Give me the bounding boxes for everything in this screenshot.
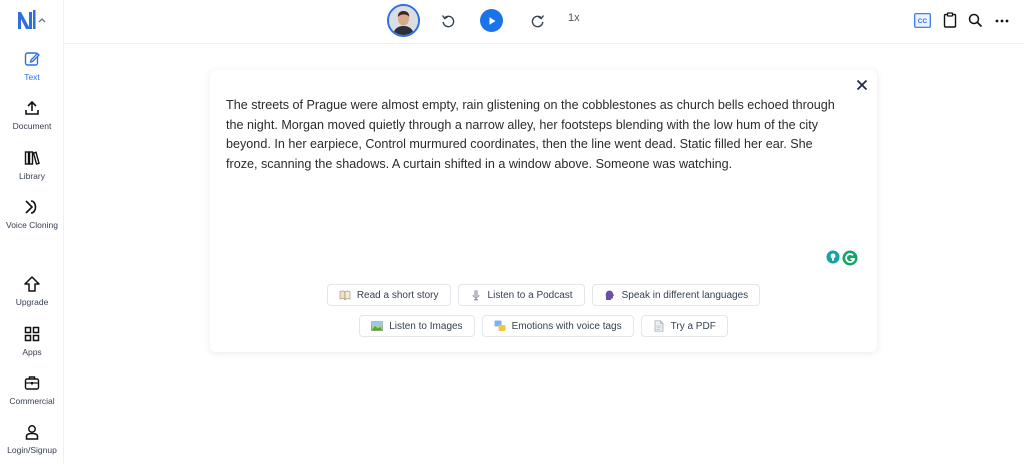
play-icon [489,16,495,25]
chip-listen-podcast[interactable]: Listen to a Podcast [457,284,585,306]
grid-icon [24,326,40,342]
sidebar-item-label: Library [19,171,45,181]
clipboard-icon [943,12,957,28]
sidebar-item-voice-cloning[interactable]: Voice Cloning [0,198,64,230]
chip-speak-languages[interactable]: Speak in different languages [591,284,761,306]
search-button[interactable] [967,12,983,28]
voice-clone-icon [25,200,37,214]
more-options-button[interactable] [994,13,1010,29]
app-root: Text Document Library Voice Cloning Upgr… [0,0,1024,464]
books-icon [24,151,40,165]
lightbulb-icon[interactable] [826,250,840,264]
sidebar-item-library[interactable]: Library [0,149,64,181]
writing-assistant [826,250,858,266]
speaking-head-icon [605,290,614,300]
chip-label: Speak in different languages [621,289,749,301]
chip-label: Listen to a Podcast [487,289,573,301]
captions-icon: CC [914,12,931,28]
grammarly-icon[interactable] [842,250,858,266]
sidebar-item-label: Text [24,72,40,82]
suggestion-row: Listen to Images Emotions with voice tag… [210,315,877,337]
pencil-icon [24,52,40,66]
emotions-icon [494,320,506,331]
user-icon [25,425,39,440]
sidebar-item-apps[interactable]: Apps [0,325,64,357]
sidebar-item-label: Upgrade [15,297,49,307]
sidebar-item-login-signup[interactable]: Login/Signup [0,423,64,455]
sidebar: Text Document Library Voice Cloning Upgr… [0,0,64,464]
rewind-icon [441,15,455,28]
suggestion-row: Read a short story Listen to a Podcast S… [210,284,877,306]
sidebar-item-upgrade[interactable]: Upgrade [0,275,64,307]
sidebar-item-label: Apps [22,347,42,357]
play-button[interactable] [480,9,503,32]
book-icon [339,290,351,301]
clipboard-button[interactable] [942,12,958,28]
logo-menu[interactable] [18,10,46,30]
sidebar-item-label: Document [12,121,52,131]
briefcase-icon [24,376,40,390]
sidebar-item-document[interactable]: Document [0,99,64,131]
suggestion-chips: Read a short story Listen to a Podcast S… [210,284,877,346]
svg-text:CC: CC [918,18,928,25]
rewind-button[interactable] [439,12,457,30]
microphone-icon [472,290,479,301]
logo-icon [18,10,36,29]
chip-listen-images[interactable]: Listen to Images [359,315,475,337]
sidebar-item-label: Login/Signup [7,445,57,455]
chip-label: Try a PDF [670,320,716,332]
sidebar-item-commercial[interactable]: Commercial [0,374,64,406]
captions-button[interactable]: CC [914,12,931,28]
chip-label: Listen to Images [389,320,463,332]
text-input-area[interactable]: The streets of Prague were almost empty,… [226,96,846,174]
close-button[interactable] [855,78,869,92]
chip-try-pdf[interactable]: Try a PDF [640,315,728,337]
close-icon [856,79,868,91]
search-icon [968,13,982,27]
pdf-icon [654,320,663,332]
sidebar-item-text[interactable]: Text [0,50,64,82]
chip-label: Read a short story [356,289,439,301]
arrow-up-icon [24,276,40,292]
chip-read-short-story[interactable]: Read a short story [326,284,451,306]
upload-icon [25,100,39,115]
text-editor-card: The streets of Prague were almost empty,… [210,70,877,352]
image-icon [371,321,383,331]
player-toolbar: 1x CC [64,0,1024,44]
sidebar-item-label: Voice Cloning [6,220,58,230]
sidebar-item-label: Commercial [9,396,55,406]
chip-emotions-voice-tags[interactable]: Emotions with voice tags [481,315,634,337]
playback-speed-button[interactable]: 1x [568,12,580,24]
chip-label: Emotions with voice tags [511,320,622,332]
chevron-up-icon [38,18,46,23]
more-dots-icon [995,19,1009,23]
voice-avatar[interactable] [387,4,420,37]
forward-button[interactable] [529,12,547,30]
forward-icon [531,15,545,28]
avatar-portrait-icon [389,6,418,35]
